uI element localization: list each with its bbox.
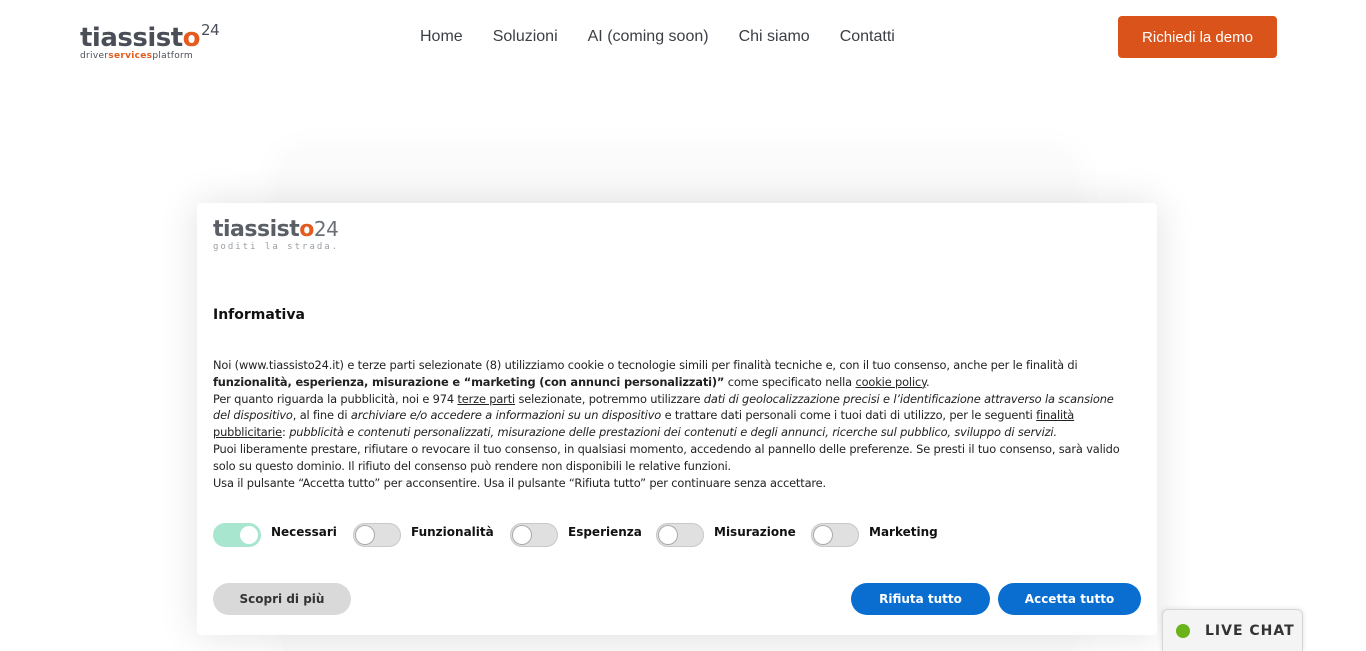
learn-more-button[interactable]: Scopri di più	[213, 583, 351, 615]
toggle-label-funzionalita: Funzionalità	[411, 525, 494, 539]
live-chat-widget[interactable]: LIVE CHAT	[1162, 609, 1303, 651]
nav-link-soluzioni[interactable]: Soluzioni	[493, 26, 558, 48]
consent-paragraph-2: Per quanto riguarda la pubblicità, noi e…	[213, 391, 1114, 440]
consent-paragraph-1: Noi (www.tiassisto24.it) e terze parti s…	[213, 358, 1078, 389]
consent-paragraph-4: Usa il pulsante “Accetta tutto” per acco…	[213, 475, 827, 490]
cookie-consent-dialog: tiassisto24 goditi la strada. Informativ…	[197, 203, 1157, 635]
site-logo[interactable]: tiassisto24 driverservicesplatform	[80, 16, 220, 61]
toggle-switch-misurazione[interactable]	[656, 523, 704, 547]
toggle-switch-funzionalita[interactable]	[353, 523, 401, 547]
toggle-switch-necessari[interactable]	[213, 523, 261, 547]
toggle-switch-esperienza[interactable]	[510, 523, 558, 547]
main-nav: Home Soluzioni AI (coming soon) Chi siam…	[420, 26, 895, 48]
toggle-label-misurazione: Misurazione	[714, 525, 796, 539]
live-chat-label: LIVE CHAT	[1205, 622, 1295, 639]
logo-tagline: driverservicesplatform	[80, 51, 193, 61]
consent-paragraph-3: Puoi liberamente prestare, rifiutare o r…	[213, 441, 1120, 473]
request-demo-button[interactable]: Richiedi la demo	[1118, 16, 1277, 58]
nav-link-home[interactable]: Home	[420, 26, 463, 48]
reject-all-button[interactable]: Rifiuta tutto	[851, 583, 990, 615]
site-header: tiassisto24 driverservicesplatform Home …	[0, 0, 1366, 74]
toggle-esperienza[interactable]: Esperienza	[510, 523, 642, 547]
dialog-logo: tiassisto24 goditi la strada.	[213, 217, 353, 253]
accept-all-button[interactable]: Accetta tutto	[998, 583, 1141, 615]
dialog-logo-wordmark: tiassisto24	[213, 217, 339, 242]
third-parties-link[interactable]: terze parti	[457, 392, 515, 406]
toggle-marketing[interactable]: Marketing	[811, 523, 938, 547]
dialog-logo-tagline: goditi la strada.	[213, 242, 340, 252]
toggle-label-esperienza: Esperienza	[568, 525, 642, 539]
logo-wordmark: tiassisto24	[80, 21, 220, 53]
online-status-icon	[1176, 623, 1190, 638]
toggle-label-necessari: Necessari	[271, 525, 337, 539]
toggle-funzionalita[interactable]: Funzionalità	[353, 523, 494, 547]
toggle-necessari[interactable]: Necessari	[213, 523, 337, 547]
nav-link-contatti[interactable]: Contatti	[840, 26, 895, 48]
toggle-label-marketing: Marketing	[869, 525, 938, 539]
nav-link-ai[interactable]: AI (coming soon)	[588, 26, 709, 48]
dialog-title: Informativa	[213, 307, 305, 323]
dialog-body: Noi (www.tiassisto24.it) e terze parti s…	[213, 357, 1133, 491]
cookie-policy-link[interactable]: cookie policy	[855, 375, 926, 389]
nav-link-chi-siamo[interactable]: Chi siamo	[739, 26, 810, 48]
toggle-misurazione[interactable]: Misurazione	[656, 523, 796, 547]
toggle-switch-marketing[interactable]	[811, 523, 859, 547]
